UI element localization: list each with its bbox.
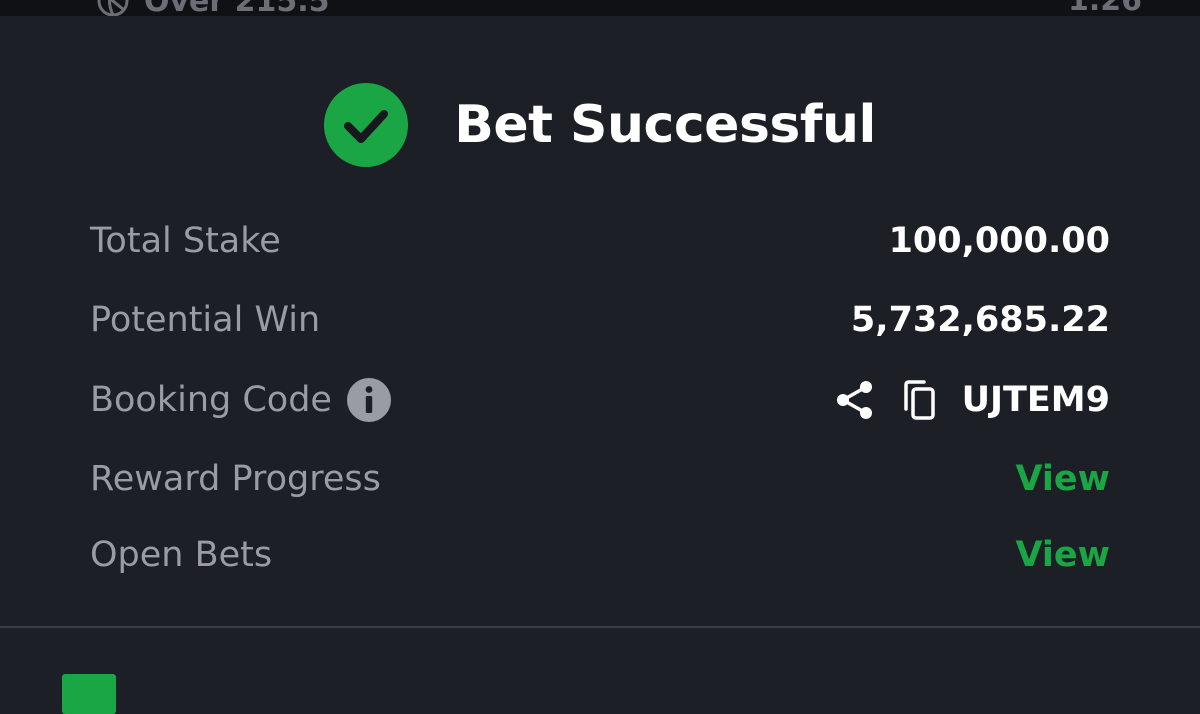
bottom-checkbox[interactable] — [62, 674, 116, 714]
bet-success-sheet: Bet Successful — [0, 16, 1200, 705]
success-header: Bet Successful — [0, 82, 1200, 168]
background-odds: 1.26 — [1068, 0, 1142, 16]
potential-win-value: 5,732,685.22 — [850, 300, 1110, 340]
basketball-icon — [97, 0, 129, 16]
info-icon[interactable] — [346, 377, 392, 423]
potential-win-label: Potential Win — [90, 300, 321, 340]
total-stake-value: 100,000.00 — [888, 221, 1110, 261]
open-bets-label: Open Bets — [90, 535, 273, 575]
divider — [0, 626, 1200, 628]
potential-win-row: Potential Win 5,732,685.22 — [90, 292, 1110, 348]
check-circle-icon — [324, 83, 409, 167]
total-stake-label: Total Stake — [90, 221, 281, 261]
open-bets-row: Open Bets View — [90, 527, 1110, 583]
reward-progress-view-link[interactable]: View — [1015, 459, 1110, 499]
total-stake-row: Total Stake 100,000.00 — [90, 213, 1110, 269]
background-betslip-row: Over 215.5 1.26 — [0, 0, 1200, 16]
booking-code-label: Booking Code — [90, 380, 332, 420]
page-title: Bet Successful — [454, 95, 876, 155]
background-selection-text: Over 215.5 — [144, 0, 330, 16]
booking-code-row: Booking Code UJTEM9 — [90, 372, 1110, 428]
background-selection: Over 215.5 — [96, 0, 330, 16]
share-icon[interactable] — [834, 379, 876, 421]
open-bets-view-link[interactable]: View — [1015, 535, 1110, 575]
booking-code-value[interactable]: UJTEM9 — [962, 380, 1110, 420]
reward-progress-label: Reward Progress — [90, 459, 381, 499]
booking-code-label-group: Booking Code — [90, 377, 392, 423]
booking-code-value-group: UJTEM9 — [834, 379, 1110, 421]
copy-icon[interactable] — [898, 379, 940, 421]
reward-progress-row: Reward Progress View — [90, 451, 1110, 507]
